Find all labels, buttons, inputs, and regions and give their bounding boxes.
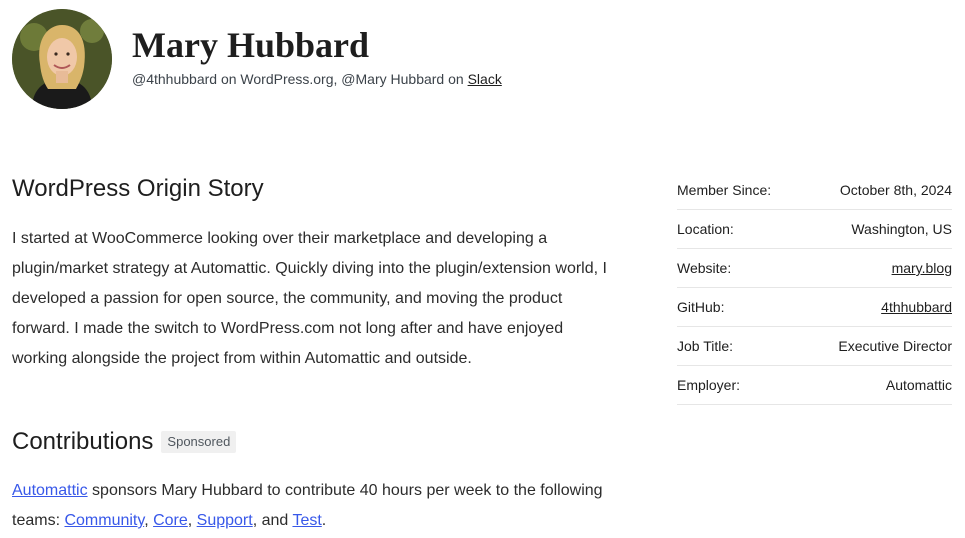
meta-row-location: Location: Washington, US (677, 210, 952, 249)
separator: , (187, 512, 197, 529)
team-link-core[interactable]: Core (153, 512, 188, 529)
origin-story-heading: WordPress Origin Story (12, 175, 264, 202)
website-link[interactable]: mary.blog (892, 260, 952, 276)
profile-meta-list: Member Since: October 8th, 2024 Location… (677, 171, 952, 405)
separator: , (144, 512, 154, 529)
meta-row-member-since: Member Since: October 8th, 2024 (677, 171, 952, 210)
origin-story-section: WordPress Origin Story I started at WooC… (12, 172, 612, 374)
meta-label: Member Since: (677, 182, 772, 198)
meta-label: Location: (677, 221, 734, 237)
meta-value: October 8th, 2024 (839, 182, 952, 198)
handle-org: @4thhubbard on WordPress.org, (132, 71, 338, 87)
meta-label: Website: (677, 260, 732, 276)
contributions-heading: Contributions (12, 428, 154, 455)
contributions-header: Contributions Sponsored (12, 425, 237, 459)
handle-slack: @Mary Hubbard on (341, 71, 464, 87)
meta-label: GitHub: (677, 299, 725, 315)
origin-story-text: I started at WooCommerce looking over th… (12, 230, 607, 367)
profile-name: Mary Hubbard (132, 25, 370, 65)
sponsor-link[interactable]: Automattic (12, 482, 88, 499)
meta-row-website: Website: mary.blog (677, 249, 952, 288)
slack-link[interactable]: Slack (468, 71, 502, 87)
github-link[interactable]: 4thhubbard (881, 299, 952, 315)
separator: . (321, 512, 327, 529)
meta-label: Employer: (677, 377, 741, 393)
meta-value: Washington, US (851, 221, 952, 237)
meta-row-github: GitHub: 4thhubbard (677, 288, 952, 327)
meta-row-job-title: Job Title: Executive Director (677, 327, 952, 366)
team-link-test[interactable]: Test (292, 512, 321, 529)
avatar-portrait-icon (12, 9, 112, 109)
contributions-text: Automattic sponsors Mary Hubbard to cont… (12, 476, 612, 536)
profile-header: Mary Hubbard @4thhubbard on WordPress.or… (12, 9, 502, 109)
meta-value: Automattic (885, 377, 952, 393)
separator: , and (252, 512, 293, 529)
sponsored-badge: Sponsored (161, 431, 237, 453)
profile-handles: @4thhubbard on WordPress.org, @Mary Hubb… (132, 71, 502, 87)
team-link-community[interactable]: Community (64, 512, 144, 529)
team-link-support[interactable]: Support (197, 512, 253, 529)
meta-label: Job Title: (677, 338, 734, 354)
meta-row-employer: Employer: Automattic (677, 366, 952, 405)
meta-value: Executive Director (838, 338, 952, 354)
name-block: Mary Hubbard @4thhubbard on WordPress.or… (132, 23, 502, 87)
avatar[interactable] (12, 9, 112, 109)
